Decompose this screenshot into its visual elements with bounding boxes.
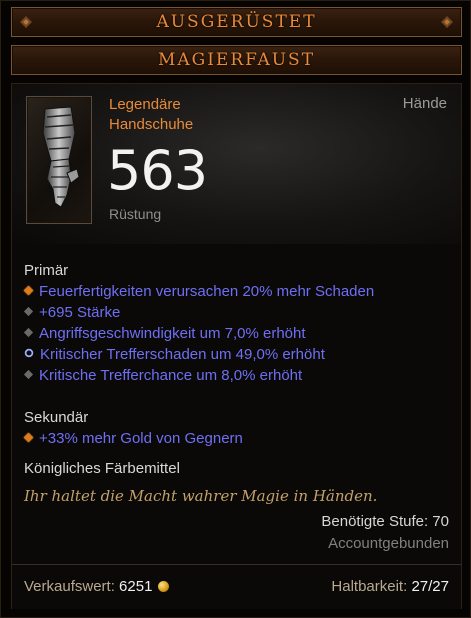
item-tooltip: AUSGERÜSTET MAGIERFAUST Legendäre Handsc… — [0, 0, 471, 618]
equipped-header: AUSGERÜSTET — [11, 7, 462, 37]
sell-amount: 6251 — [119, 578, 153, 595]
property-text: Kritischer Trefferschaden um 49,0% erhöh… — [40, 346, 325, 363]
bullet-icon — [23, 369, 34, 380]
armor-value: 563 — [107, 139, 208, 202]
item-summary: Legendäre Handschuhe Hände 563 Rüstung — [12, 84, 461, 244]
gold-coin-icon — [158, 581, 170, 592]
gauntlet-icon — [42, 106, 80, 208]
sell-label: Verkaufswert: — [24, 578, 115, 595]
durability-value: 27/27 — [411, 578, 449, 595]
required-level: Benötigte Stufe: 70 — [321, 513, 449, 530]
primary-property: Kritischer Trefferschaden um 49,0% erhöh… — [24, 344, 325, 365]
item-icon-frame — [26, 96, 92, 224]
item-name-header: MAGIERFAUST — [11, 45, 462, 75]
rarity-line-2: Handschuhe — [109, 116, 194, 133]
durability-label: Haltbarkeit: — [331, 578, 408, 595]
property-text: +695 Stärke — [39, 304, 121, 321]
armor-label: Rüstung — [109, 206, 162, 222]
item-name: MAGIERFAUST — [157, 50, 316, 70]
property-text: Feuerfertigkeiten verursachen 20% mehr S… — [39, 283, 375, 300]
property-text: Kritische Trefferchance um 8,0% erhöht — [39, 367, 303, 384]
durability: Haltbarkeit: 27/27 — [331, 578, 449, 595]
bullet-icon — [23, 306, 34, 317]
secondary-property: +33% mehr Gold von Gegnern — [23, 428, 243, 449]
item-rarity: Legendäre Handschuhe — [109, 95, 193, 135]
primary-property: +695 Stärke — [23, 302, 121, 323]
primary-title: Primär — [24, 262, 69, 279]
secondary-title: Sekundär — [24, 409, 89, 426]
enchanted-bullet-icon — [24, 348, 34, 358]
item-slot: Hände — [402, 95, 447, 112]
ornament-icon — [441, 16, 453, 28]
item-body: Legendäre Handschuhe Hände 563 Rüstung P… — [11, 83, 462, 609]
sell-value: Verkaufswert: 6251 — [24, 578, 170, 595]
legendary-bullet-icon — [23, 432, 34, 443]
legendary-bullet-icon — [23, 285, 34, 296]
property-text: Angriffsgeschwindigkeit um 7,0% erhöht — [39, 325, 306, 342]
primary-property: Kritische Trefferchance um 8,0% erhöht — [23, 365, 303, 386]
bullet-icon — [23, 327, 34, 338]
tooltip-footer: Verkaufswert: 6251 Haltbarkeit: 27/27 — [12, 564, 461, 609]
dye-label: Königliches Färbemittel — [24, 460, 180, 477]
flavor-text: Ihr haltet die Macht wahrer Magie in Hän… — [24, 487, 378, 505]
equipped-label: AUSGERÜSTET — [156, 12, 317, 32]
primary-property: Feuerfertigkeiten verursachen 20% mehr S… — [23, 281, 375, 302]
account-bound-label: Accountgebunden — [328, 535, 449, 552]
primary-property: Angriffsgeschwindigkeit um 7,0% erhöht — [23, 323, 306, 344]
rarity-line-1: Legendäre — [109, 96, 181, 113]
property-text: +33% mehr Gold von Gegnern — [39, 430, 243, 447]
